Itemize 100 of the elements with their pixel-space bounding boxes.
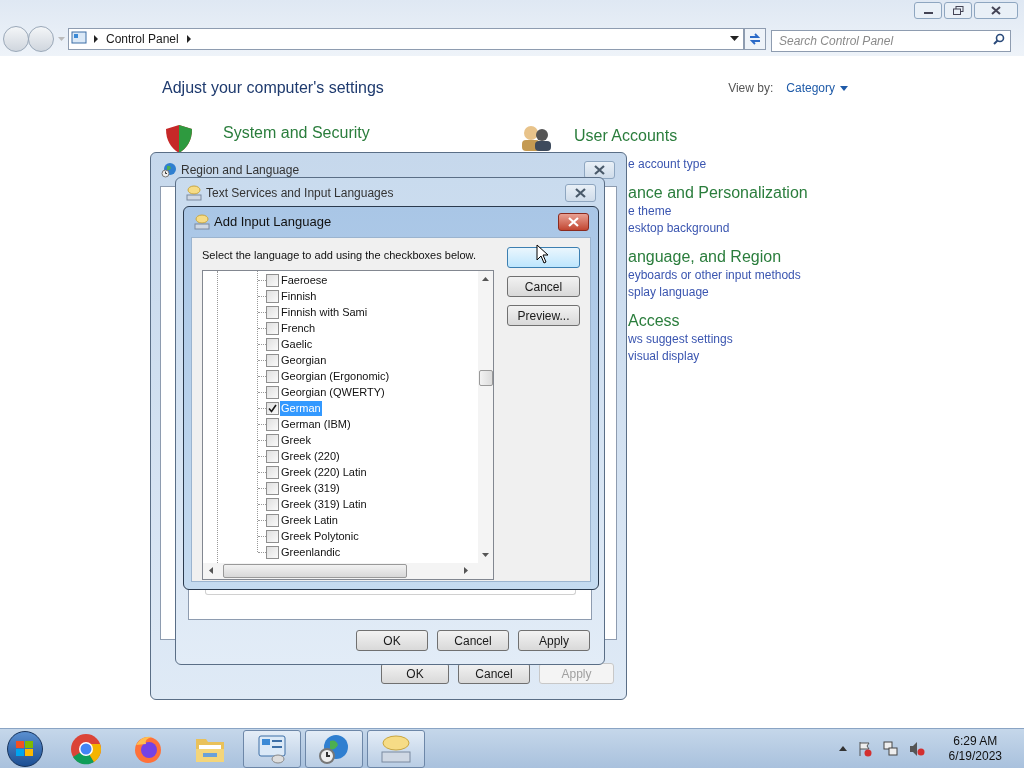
language-item[interactable]: Greek (319) Latin [280,497,368,512]
language-item[interactable]: Finnish with Sami [280,305,369,320]
checkbox[interactable] [266,338,279,351]
instruction-text: Select the language to add using the checkboxes below. [202,248,477,263]
clock-date: 6/19/2023 [948,748,1002,764]
dialog-button[interactable]: OK [356,630,428,651]
close-button[interactable] [565,184,596,202]
view-by-dropdown[interactable]: Category [786,79,848,97]
clock-time: 6:29 AM [953,733,998,749]
language-item[interactable]: German (IBM) [280,417,352,432]
category-link[interactable]: eyboards or other input methods [628,267,801,284]
category-heading[interactable]: ance and Personalization [628,183,808,203]
language-item[interactable]: Greek Polytonic [280,529,360,544]
checkbox[interactable] [266,402,279,415]
language-item[interactable]: Georgian (Ergonomic) [280,369,391,384]
search-field[interactable]: Search Control Panel [771,30,1011,52]
dropdown-icon [730,36,739,42]
checkbox[interactable] [266,274,279,287]
checkbox[interactable] [266,450,279,463]
language-item[interactable]: Greek (220) [280,449,341,464]
back-button[interactable] [3,26,29,52]
checkbox[interactable] [266,290,279,303]
scrollbar-thumb[interactable] [478,369,493,386]
taskbar-app[interactable] [305,729,363,768]
category-link[interactable]: splay language [628,284,709,301]
checkbox[interactable] [266,482,279,495]
scrollbar-thumb[interactable] [223,563,407,578]
category-heading[interactable]: Access [628,311,680,331]
category-link[interactable]: e account type [628,156,707,173]
checkbox[interactable] [266,418,279,431]
network-icon [882,740,899,757]
checkbox[interactable] [266,530,279,543]
scroll-down-icon [482,552,489,557]
language-item[interactable]: Faeroese [280,273,329,288]
vertical-scrollbar[interactable] [478,270,493,563]
close-icon [594,164,605,175]
close-icon [568,217,579,227]
checkbox[interactable] [266,498,279,511]
category-heading[interactable]: anguage, and Region [628,247,782,267]
close-button[interactable] [584,160,615,179]
category-link[interactable]: esktop background [628,220,730,237]
category-heading[interactable]: User Accounts [574,124,678,148]
flag-icon [856,740,873,757]
checkbox[interactable] [266,322,279,335]
taskbar-app[interactable] [367,729,425,768]
language-item[interactable]: Finnish [280,289,318,304]
start-button[interactable] [7,730,43,767]
checkbox[interactable] [266,354,279,367]
language-item[interactable]: Georgian [280,353,328,368]
close-icon [991,6,1001,15]
checkbox[interactable] [266,514,279,527]
refresh-button[interactable] [744,28,766,50]
taskbar-app[interactable] [243,729,301,768]
checkbox[interactable] [266,370,279,383]
language-item[interactable]: French [280,321,317,336]
language-item[interactable]: Greek (319) [280,481,341,496]
windows-logo-icon [16,740,34,757]
page-heading: Adjust your computer's settings [162,78,384,98]
keyboard-icon [194,214,210,230]
horizontal-scrollbar[interactable] [203,562,493,579]
keyboard-icon [186,185,202,201]
close-icon [575,188,586,198]
close-button[interactable] [558,213,589,231]
close-button[interactable] [974,2,1018,19]
dialog-button[interactable]: OK [381,663,449,684]
category-link[interactable]: visual display [628,348,700,365]
checkbox[interactable] [266,466,279,479]
address-bar[interactable]: Control Panel [68,28,744,50]
forward-button[interactable] [28,26,54,52]
shield-icon [163,123,195,155]
mouse-cursor-icon [536,244,549,264]
language-item[interactable]: Greek (220) Latin [280,465,368,480]
keyboard-bubble-icon [379,733,413,764]
globe-icon [161,161,177,178]
breadcrumb[interactable]: Control Panel [106,30,179,48]
dialog-button[interactable]: Cancel [507,276,580,297]
category-link[interactable]: ws suggest settings [628,331,733,348]
checkbox[interactable] [266,434,279,447]
default-button[interactable] [507,247,580,268]
dialog-button[interactable]: Cancel [458,663,530,684]
window-title: Region and Language [181,161,300,179]
checkbox[interactable] [266,546,279,559]
language-item[interactable]: Georgian (QWERTY) [280,385,386,400]
checkbox[interactable] [266,386,279,399]
language-item[interactable]: Greenlandic [280,545,342,560]
language-item[interactable]: Greek Latin [280,513,339,528]
dialog-button[interactable]: Cancel [437,630,509,651]
checkmark-icon [268,404,277,413]
category-heading[interactable]: System and Security [223,121,370,145]
dialog-button[interactable]: Preview... [507,305,580,326]
chevron-icon [93,35,99,43]
caret-icon [57,36,66,42]
category-link[interactable]: e theme [628,203,672,220]
caret-icon [840,85,848,91]
restore-button[interactable] [944,2,972,19]
language-item[interactable]: Gaelic [280,337,314,352]
dialog-button[interactable]: Apply [518,630,590,651]
checkbox[interactable] [266,306,279,319]
language-item[interactable]: Greek [280,433,312,448]
minimize-button[interactable] [914,2,942,19]
